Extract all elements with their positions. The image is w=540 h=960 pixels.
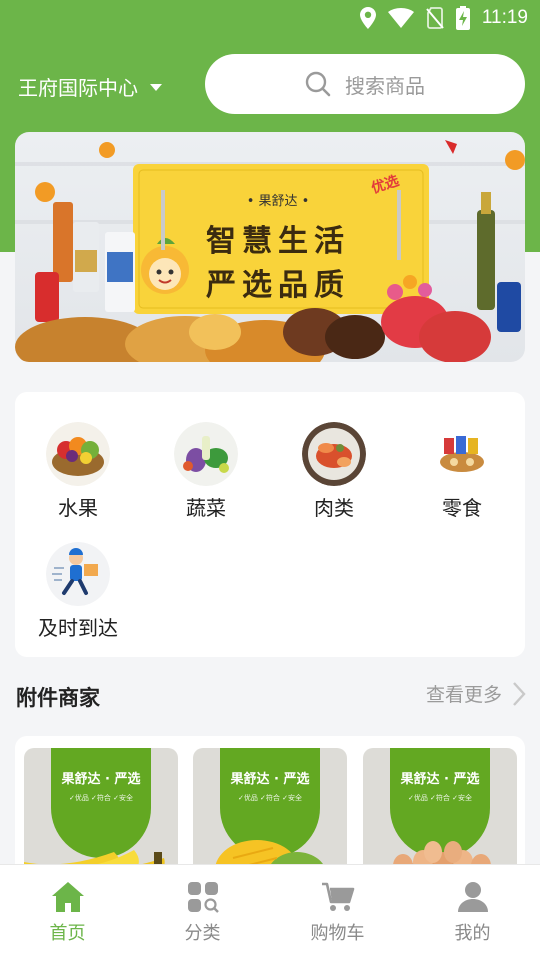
merchant-title: 果舒达 · 严选 [230,772,310,787]
cart-icon [321,882,354,911]
category-snacks[interactable]: 零食 [399,422,525,521]
merchant-title: 果舒达 · 严选 [61,772,141,787]
category-express-delivery[interactable]: 及时到达 [15,542,141,641]
merchant-card[interactable]: 果舒达 · 严选 ✓优品 ✓符合 ✓安全 [363,748,517,876]
no-sim-icon [426,7,444,29]
banner-line2: 严选品质 [206,268,350,303]
category-fruit[interactable]: 水果 [15,422,141,521]
battery-charging-icon [455,6,470,30]
chevron-right-icon [513,681,526,706]
fruit-basket-icon [46,422,110,486]
category-label: 肉类 [314,496,354,520]
see-more-link[interactable]: 查看更多 [426,680,526,707]
clock: 11:19 [481,7,528,28]
tab-label: 购物车 [310,923,365,944]
vegetables-icon [174,422,238,486]
tab-profile[interactable]: 我的 [405,865,540,960]
merchant-card[interactable]: 果舒达 · 严选 ✓优品 ✓符合 ✓安全 [24,748,178,876]
category-label: 水果 [58,496,98,520]
see-more-label: 查看更多 [425,684,502,706]
merchant-title: 果舒达 · 严选 [400,772,480,787]
search-placeholder: 搜索商品 [345,73,425,98]
delivery-man-icon [46,542,110,606]
category-vegetables[interactable]: 蔬菜 [143,422,269,521]
merchant-subtitle: ✓优品 ✓符合 ✓安全 [68,794,134,802]
banner-line1: 智慧生活 [206,224,350,259]
snacks-icon [430,422,494,486]
tab-cart[interactable]: 购物车 [270,865,405,960]
merchant-subtitle: ✓优品 ✓符合 ✓安全 [237,794,303,802]
promo-banner[interactable]: • 果舒达 • 智慧生活 严选品质 优选 [15,132,525,362]
merchant-card[interactable]: 果舒达 · 严选 ✓优品 ✓符合 ✓安全 [193,748,347,876]
category-label: 蔬菜 [186,496,226,520]
status-bar: 11:19 [0,0,540,36]
search-icon [305,71,331,97]
location-selector[interactable]: 王府国际中心 [18,72,162,101]
tab-label: 我的 [454,923,491,944]
category-label: 及时到达 [38,616,118,640]
location-pin-icon [359,7,376,29]
merchant-subtitle: ✓优品 ✓符合 ✓安全 [407,794,473,802]
home-icon [51,882,84,912]
merchants-section-header: 附件商家 查看更多 [16,680,526,714]
location-label: 王府国际中心 [18,76,138,100]
category-grid: 水果 蔬菜 肉类 零食 及时到达 [15,392,525,657]
user-icon [457,882,488,912]
section-title: 附件商家 [16,686,100,710]
banner-brand: • 果舒达 • [246,194,310,209]
bottom-tab-bar: 首页 分类 购物车 我的 [0,864,540,960]
header-row: 王府国际中心 搜索商品 [0,54,540,114]
wifi-icon [387,8,414,28]
tab-category[interactable]: 分类 [135,865,270,960]
merchant-list: 果舒达 · 严选 ✓优品 ✓符合 ✓安全 果舒达 · 严选 ✓优品 ✓符合 ✓安… [15,736,525,876]
search-bar[interactable]: 搜索商品 [205,54,525,114]
caret-down-icon [150,84,162,91]
tab-label: 分类 [184,923,221,944]
category-label: 零食 [442,496,482,520]
tab-home[interactable]: 首页 [0,865,135,960]
seafood-meat-icon [302,422,366,486]
category-meat[interactable]: 肉类 [271,422,397,521]
category-icon [187,882,219,913]
tab-label: 首页 [49,923,86,944]
